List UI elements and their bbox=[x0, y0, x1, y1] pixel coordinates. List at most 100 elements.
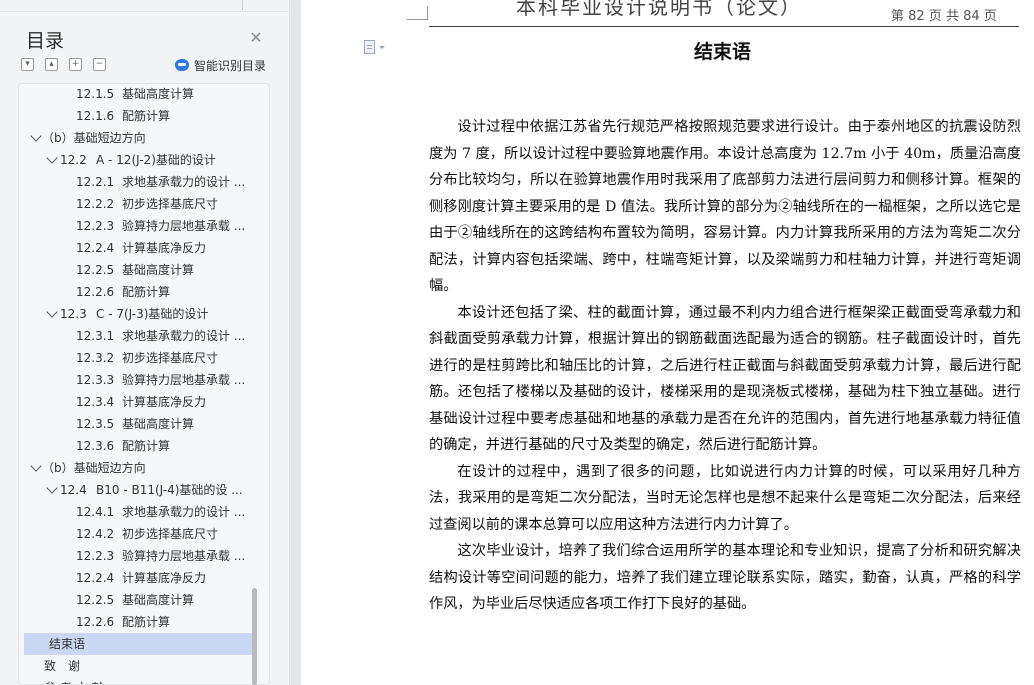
chevron-down-icon[interactable] bbox=[46, 306, 58, 318]
toc-item-label: 初步选择基底尺寸 bbox=[122, 197, 219, 211]
toc-item[interactable]: 12.3.6 配筋计算 bbox=[19, 435, 253, 457]
collapse-minus-icon[interactable]: − bbox=[93, 58, 106, 71]
toc-item-label: A - 12(J-2)基础的设计 bbox=[96, 153, 216, 167]
toc-item-label: 结束语 bbox=[49, 637, 86, 651]
section-body: 设计过程中依据江苏省先行规范严格按照规范要求进行设计。由于泰州地区的抗震设防烈度… bbox=[429, 114, 1021, 618]
toc-item-label: 计算基底净反力 bbox=[122, 241, 207, 255]
toc-item-number: 12.2.1 bbox=[76, 175, 115, 189]
toc-sidebar: 目录 ✕ ▾ ▴ + − 智能识别目录 12.1.5 基础高度计算 12.1.6 配筋… bbox=[0, 0, 290, 685]
chevron-down-icon[interactable] bbox=[46, 152, 58, 164]
body-paragraph: 这次毕业设计，培养了我们综合运用所学的基本理论和专业知识，提高了分析和研究解决结… bbox=[429, 543, 1021, 612]
toc-item[interactable]: 12.2.1 求地基承载力的设计 ... bbox=[19, 171, 253, 193]
body-paragraph: 在设计的过程中，遇到了很多的问题，比如说进行内力计算的时候，可以采用好几种方法，… bbox=[429, 463, 1021, 533]
toc-item-label: 配筋计算 bbox=[122, 439, 171, 453]
toc-item[interactable]: 致 谢 bbox=[19, 655, 253, 677]
toc-item-number: 12.1.5 bbox=[76, 87, 115, 101]
toc-item-number: 12.2.3 bbox=[76, 549, 115, 563]
toc-item[interactable]: 12.1.6 配筋计算 bbox=[19, 105, 253, 127]
toc-item-number: 12.2.5 bbox=[76, 593, 115, 607]
smart-toc-label: 智能识别目录 bbox=[194, 58, 267, 73]
toc-item-label: 验算持力层地基承载 ... bbox=[122, 219, 246, 233]
toc-item-number: 12.4.2 bbox=[76, 527, 115, 541]
crop-mark bbox=[407, 6, 428, 20]
toc-item[interactable]: 12.4 B10 - B11(J-4)基础的设 ... bbox=[19, 479, 253, 501]
toc-item-label: 求地基承载力的设计 ... bbox=[122, 329, 246, 343]
chevron-down-icon[interactable] bbox=[30, 460, 42, 472]
smart-toc-button[interactable]: 智能识别目录 bbox=[175, 57, 266, 73]
toc-item-number: 12.4.1 bbox=[76, 505, 115, 519]
toc-item-label: 参 考 文 献 bbox=[44, 677, 103, 684]
toc-item-number: 12.4 bbox=[60, 483, 87, 497]
chevron-down-icon[interactable] bbox=[46, 482, 58, 494]
toc-item[interactable]: 12.2.4 计算基底净反力 bbox=[19, 567, 253, 589]
toc-item-label: 计算基底净反力 bbox=[122, 571, 207, 585]
body-paragraph: 设计过程中依据江苏省先行规范严格按照规范要求进行设计。由于泰州地区的抗震设防烈度… bbox=[429, 119, 1021, 294]
toc-item-number: 12.3.3 bbox=[76, 373, 115, 387]
toc-item[interactable]: 结束语 bbox=[24, 633, 252, 655]
toc-item-label: 配筋计算 bbox=[122, 109, 171, 123]
body-paragraph: 本设计还包括了梁、柱的截面计算，通过最不利内力组合进行框架梁正截面受弯承载力和斜… bbox=[429, 304, 1021, 454]
expand-plus-icon[interactable]: + bbox=[69, 58, 82, 71]
toc-item[interactable]: 12.2.5 基础高度计算 bbox=[19, 259, 253, 281]
toc-item-label: 求地基承载力的设计 ... bbox=[122, 175, 246, 189]
toc-item-label: （b）基础短边方向 bbox=[42, 461, 146, 475]
collapse-up-icon[interactable]: ▴ bbox=[45, 58, 58, 71]
page-header-text: 本科毕业设计说明书（论文） bbox=[516, 0, 802, 19]
toc-item-number: 12.3.1 bbox=[76, 329, 115, 343]
smart-recognize-icon bbox=[175, 59, 189, 71]
sidebar-top-ruler bbox=[0, 0, 290, 12]
toc-item-label: 计算基底净反力 bbox=[122, 395, 207, 409]
chevron-down-icon[interactable] bbox=[30, 130, 42, 142]
toc-item-label: 验算持力层地基承载 ... bbox=[122, 549, 246, 563]
section-title: 结束语 bbox=[693, 41, 751, 63]
toc-item-number: 12.1.6 bbox=[76, 109, 115, 123]
toc-scrollbar[interactable] bbox=[252, 588, 257, 685]
toc-item-number: 12.3.6 bbox=[76, 439, 115, 453]
toc-item[interactable]: 12.1.5 基础高度计算 bbox=[19, 84, 253, 105]
toc-item[interactable]: 参 考 文 献 bbox=[19, 677, 253, 684]
toc-item[interactable]: 12.2.6 配筋计算 bbox=[19, 281, 253, 303]
toc-item[interactable]: 12.3.2 初步选择基底尺寸 bbox=[19, 347, 253, 369]
toc-item-label: （b）基础短边方向 bbox=[42, 131, 146, 145]
toc-item-number: 12.2.6 bbox=[76, 285, 115, 299]
document-page: 本科毕业设计说明书（论文） 第 82 页 共 84 页 结束语 设计过程中依据江… bbox=[301, 0, 1034, 685]
toc-item[interactable]: 12.3.4 计算基底净反力 bbox=[19, 391, 253, 413]
pane-divider[interactable] bbox=[291, 0, 301, 685]
toc-item-label: 初步选择基底尺寸 bbox=[122, 351, 219, 365]
toc-item-number: 12.3.2 bbox=[76, 351, 115, 365]
toc-item[interactable]: 12.2.3 验算持力层地基承载 ... bbox=[19, 215, 253, 237]
toc-item-number: 12.2.4 bbox=[76, 241, 115, 255]
toc-item[interactable]: （b）基础短边方向 bbox=[19, 457, 253, 479]
toc-item-label: 基础高度计算 bbox=[122, 417, 195, 431]
toc-item-number: 12.2.5 bbox=[76, 263, 115, 277]
sidebar-title: 目录 bbox=[26, 30, 65, 52]
toc-item-label: 配筋计算 bbox=[122, 615, 171, 629]
collapse-down-icon[interactable]: ▾ bbox=[21, 58, 34, 71]
toc-item[interactable]: 12.2.3 验算持力层地基承载 ... bbox=[19, 545, 253, 567]
toc-item-number: 12.2.2 bbox=[76, 197, 115, 211]
toc-item-label: 配筋计算 bbox=[122, 285, 171, 299]
toc-item[interactable]: （b）基础短边方向 bbox=[19, 127, 253, 149]
toc-item-label: 求地基承载力的设计 ... bbox=[122, 505, 246, 519]
toc-item[interactable]: 12.3.1 求地基承载力的设计 ... bbox=[19, 325, 253, 347]
toc-item-label: 初步选择基底尺寸 bbox=[122, 527, 219, 541]
toc-item[interactable]: 12.4.1 求地基承载力的设计 ... bbox=[19, 501, 253, 523]
close-icon[interactable]: ✕ bbox=[248, 30, 264, 46]
toc-item[interactable]: 12.2.4 计算基底净反力 bbox=[19, 237, 253, 259]
toc-item[interactable]: 12.4.2 初步选择基底尺寸 bbox=[19, 523, 253, 545]
toc-item[interactable]: 12.3.3 验算持力层地基承载 ... bbox=[19, 369, 253, 391]
toc-item[interactable]: 12.3 C - 7(J-3)基础的设计 bbox=[19, 303, 253, 325]
toc-item-label: 致 谢 bbox=[44, 659, 81, 673]
toc-item[interactable]: 12.2.2 初步选择基底尺寸 bbox=[19, 193, 253, 215]
toc-item-label: B10 - B11(J-4)基础的设 ... bbox=[96, 483, 243, 497]
toc-item-number: 12.2 bbox=[60, 153, 87, 167]
toc-item[interactable]: 12.3.5 基础高度计算 bbox=[19, 413, 253, 435]
toc-item[interactable]: 12.2.6 配筋计算 bbox=[19, 611, 253, 633]
toc-item[interactable]: 12.2 A - 12(J-2)基础的设计 bbox=[19, 149, 253, 171]
header-rule bbox=[429, 26, 1019, 27]
page-header-number: 第 82 页 共 84 页 bbox=[891, 9, 997, 24]
toc-item-label: 验算持力层地基承载 ... bbox=[122, 373, 246, 387]
toc-item-number: 12.2.4 bbox=[76, 571, 115, 585]
toc-item[interactable]: 12.2.5 基础高度计算 bbox=[19, 589, 253, 611]
toc-item-label: 基础高度计算 bbox=[122, 593, 195, 607]
